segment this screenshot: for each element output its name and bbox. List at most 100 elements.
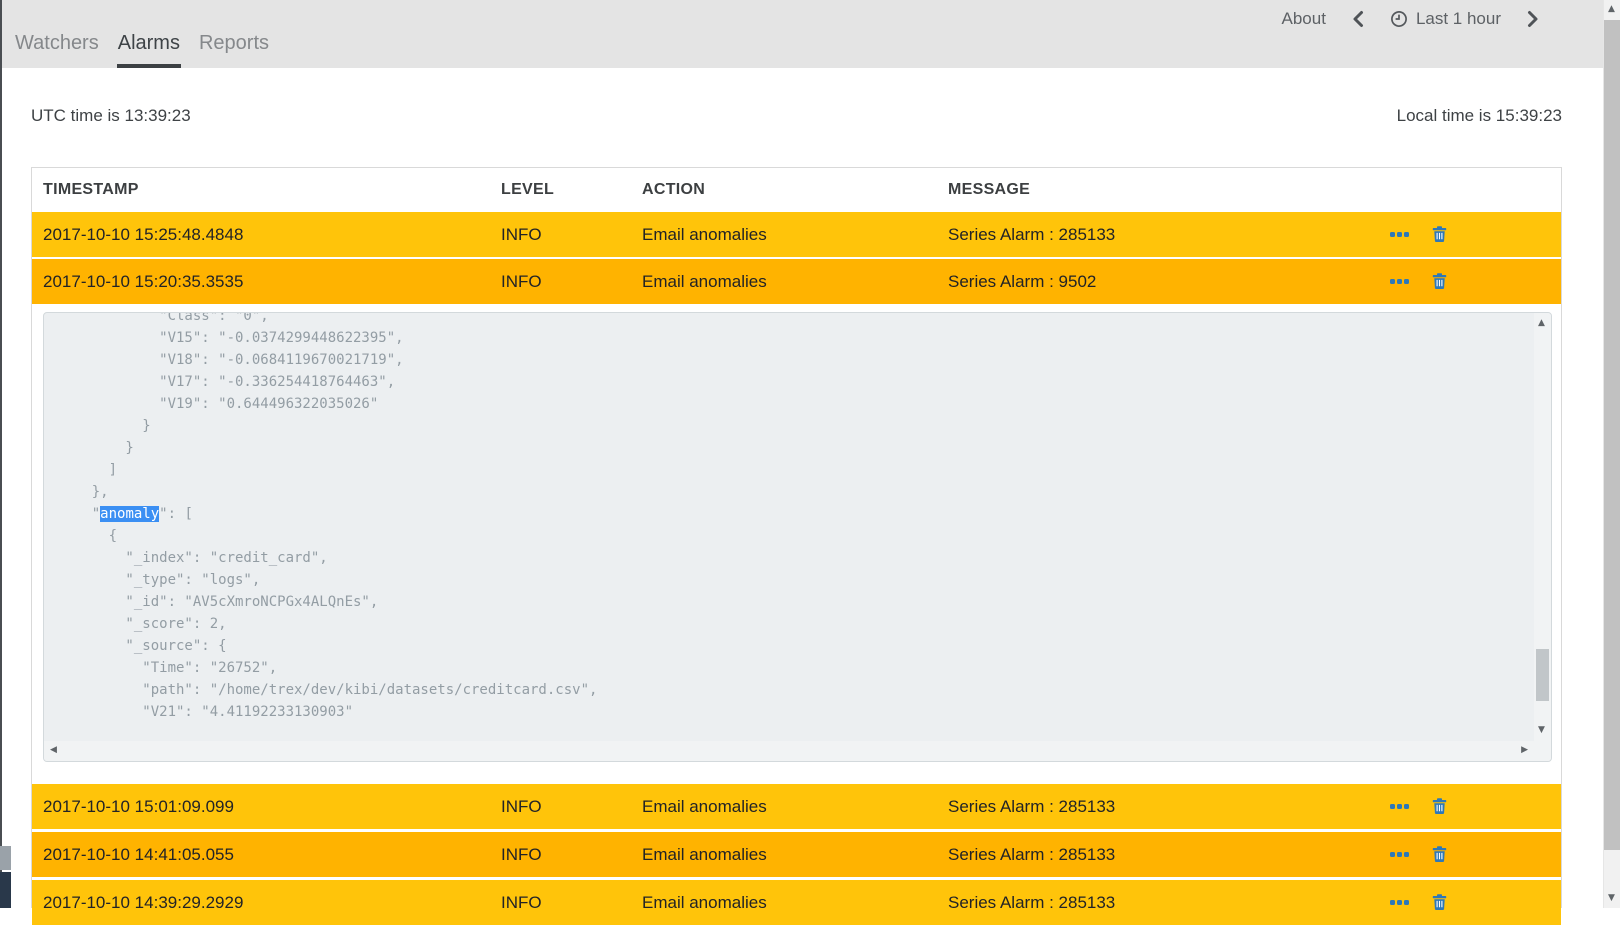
ellipsis-icon (1404, 900, 1409, 905)
utc-time-label: UTC time is 13:39:23 (31, 106, 191, 126)
ellipsis-icon (1390, 232, 1395, 237)
background-window-sliver (0, 846, 11, 870)
ellipsis-icon (1404, 279, 1409, 284)
message-cell: Series Alarm : 285133 (948, 893, 1371, 913)
level-cell: INFO (501, 797, 642, 817)
message-cell: Series Alarm : 9502 (948, 272, 1371, 292)
scrollbar-corner (1534, 741, 1551, 761)
level-cell: INFO (501, 225, 642, 245)
top-navigation-bar: About Last 1 hour Watchers Alarms Report… (0, 0, 1620, 68)
alarm-detail-panel: "Class": "0", "V15": "-0.037429944862239… (43, 312, 1552, 762)
alarms-table: TIMESTAMP LEVEL ACTION MESSAGE 2017-10-1… (31, 167, 1562, 908)
column-header-message: MESSAGE (948, 181, 1371, 199)
background-window-corner (0, 872, 11, 908)
level-cell: INFO (501, 893, 642, 913)
row-actions (1371, 273, 1561, 290)
action-cell: Email anomalies (642, 893, 948, 913)
time-range-label: Last 1 hour (1416, 9, 1501, 29)
scroll-right-icon[interactable]: ▶ (1521, 746, 1528, 755)
scroll-down-icon[interactable]: ▼ (1538, 726, 1545, 735)
ellipsis-icon (1397, 900, 1402, 905)
message-cell: Series Alarm : 285133 (948, 797, 1371, 817)
delete-alarm-button[interactable] (1432, 798, 1447, 815)
column-header-action: ACTION (642, 181, 948, 199)
page-scroll-down-icon[interactable]: ▼ (1608, 894, 1615, 903)
row-actions (1371, 226, 1561, 243)
message-cell: Series Alarm : 285133 (948, 845, 1371, 865)
alarm-rows-bottom: 2017-10-10 15:01:09.099INFOEmail anomali… (32, 784, 1561, 925)
trash-icon (1432, 273, 1447, 290)
alarm-detail-json: "Class": "0", "V15": "-0.037429944862239… (58, 313, 1534, 723)
alarm-details-button[interactable] (1390, 804, 1409, 809)
ellipsis-icon (1397, 232, 1402, 237)
action-cell: Email anomalies (642, 225, 948, 245)
alarm-detail-code-area[interactable]: "Class": "0", "V15": "-0.037429944862239… (44, 313, 1534, 741)
ellipsis-icon (1390, 852, 1395, 857)
time-forward-button[interactable] (1525, 10, 1541, 28)
alarm-details-button[interactable] (1390, 279, 1409, 284)
alarm-row[interactable]: 2017-10-10 15:20:35.3535INFOEmail anomal… (32, 259, 1561, 304)
selected-text: anomaly (100, 506, 159, 522)
ellipsis-icon (1404, 232, 1409, 237)
local-time-label: Local time is 15:39:23 (1397, 106, 1562, 126)
alarm-row[interactable]: 2017-10-10 15:25:48.4848INFOEmail anomal… (32, 212, 1561, 257)
ellipsis-icon (1390, 900, 1395, 905)
alarm-details-button[interactable] (1390, 852, 1409, 857)
window-edge-line (0, 0, 2, 872)
timestamp-cell: 2017-10-10 14:41:05.055 (43, 845, 501, 865)
tab-bar: Watchers Alarms Reports (14, 32, 270, 68)
page-scrollbar-thumb[interactable] (1604, 20, 1620, 850)
level-cell: INFO (501, 845, 642, 865)
ellipsis-icon (1397, 804, 1402, 809)
tab-reports[interactable]: Reports (198, 32, 270, 68)
time-picker-button[interactable]: Last 1 hour (1390, 9, 1501, 29)
scroll-up-icon[interactable]: ▲ (1538, 319, 1545, 328)
timestamp-cell: 2017-10-10 14:39:29.2929 (43, 893, 501, 913)
alarm-row[interactable]: 2017-10-10 15:01:09.099INFOEmail anomali… (32, 784, 1561, 829)
timestamp-cell: 2017-10-10 15:20:35.3535 (43, 272, 501, 292)
chevron-left-icon (1352, 10, 1364, 28)
ellipsis-icon (1397, 279, 1402, 284)
delete-alarm-button[interactable] (1432, 894, 1447, 911)
action-cell: Email anomalies (642, 845, 948, 865)
ellipsis-icon (1390, 804, 1395, 809)
row-actions (1371, 798, 1561, 815)
table-header-row: TIMESTAMP LEVEL ACTION MESSAGE (32, 168, 1561, 212)
delete-alarm-button[interactable] (1432, 273, 1447, 290)
time-back-button[interactable] (1350, 10, 1366, 28)
ellipsis-icon (1390, 279, 1395, 284)
alarm-row[interactable]: 2017-10-10 14:41:05.055INFOEmail anomali… (32, 832, 1561, 877)
ellipsis-icon (1397, 852, 1402, 857)
detail-horizontal-scrollbar[interactable]: ◀ ▶ (44, 741, 1534, 761)
scroll-left-icon[interactable]: ◀ (50, 746, 57, 755)
row-actions (1371, 846, 1561, 863)
tab-watchers[interactable]: Watchers (14, 32, 100, 68)
chevron-right-icon (1527, 10, 1539, 28)
ellipsis-icon (1404, 804, 1409, 809)
trash-icon (1432, 894, 1447, 911)
page-scroll-up-icon[interactable]: ▲ (1608, 5, 1615, 14)
trash-icon (1432, 798, 1447, 815)
delete-alarm-button[interactable] (1432, 226, 1447, 243)
action-cell: Email anomalies (642, 272, 948, 292)
action-cell: Email anomalies (642, 797, 948, 817)
message-cell: Series Alarm : 285133 (948, 225, 1371, 245)
ellipsis-icon (1404, 852, 1409, 857)
about-link[interactable]: About (1282, 9, 1326, 29)
alarm-details-button[interactable] (1390, 232, 1409, 237)
timestamp-cell: 2017-10-10 15:01:09.099 (43, 797, 501, 817)
trash-icon (1432, 846, 1447, 863)
row-actions (1371, 894, 1561, 911)
page-scrollbar[interactable]: ▲ ▼ (1603, 0, 1620, 908)
tab-alarms[interactable]: Alarms (117, 32, 181, 68)
alarm-rows-top: 2017-10-10 15:25:48.4848INFOEmail anomal… (32, 212, 1561, 304)
column-header-timestamp: TIMESTAMP (43, 181, 501, 199)
timestamp-cell: 2017-10-10 15:25:48.4848 (43, 225, 501, 245)
alarm-details-button[interactable] (1390, 900, 1409, 905)
delete-alarm-button[interactable] (1432, 846, 1447, 863)
detail-vertical-scrollbar[interactable]: ▲ ▼ (1534, 313, 1551, 741)
alarm-row[interactable]: 2017-10-10 14:39:29.2929INFOEmail anomal… (32, 880, 1561, 925)
detail-scrollbar-thumb[interactable] (1536, 649, 1549, 701)
column-header-level: LEVEL (501, 181, 642, 199)
clock-icon (1390, 10, 1408, 28)
